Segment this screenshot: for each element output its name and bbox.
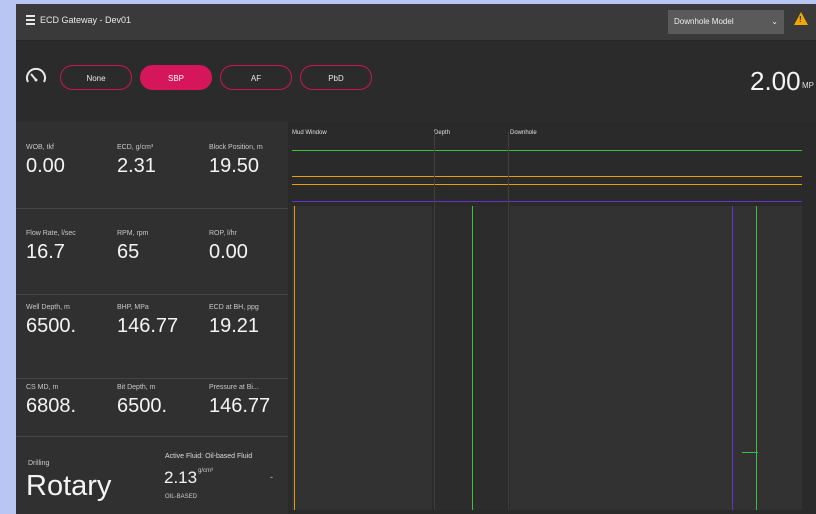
model-select-value: Downhole Model — [674, 17, 734, 26]
metric-label: Flow Rate, l/sec — [26, 230, 76, 237]
mode-button-af[interactable]: AF — [220, 65, 292, 90]
metric-label: Block Position, m — [209, 144, 263, 151]
active-fluid-label: Active Fluid: Oil-based Fluid — [165, 453, 253, 460]
drilling-value: Rotary — [26, 470, 112, 502]
metric-value: 0.00 — [209, 241, 248, 263]
control-mode-bar: None SBP AF PbD 2.00 MP — [16, 41, 816, 121]
menu-icon[interactable] — [26, 15, 35, 25]
legend-line-green — [292, 150, 802, 151]
mode-button-sbp[interactable]: SBP — [140, 65, 212, 90]
pressure-value: 2.00 — [750, 66, 801, 96]
metric-label: ECD at BH, ppg — [209, 304, 259, 311]
metric-label: ECD, g/cm³ — [117, 144, 154, 151]
track-header-depth: Depth — [434, 130, 451, 136]
fluid-density-value: 2.13 — [164, 468, 198, 487]
metric-value: 6808. — [26, 395, 77, 417]
track-header-downhole: Downhole — [510, 130, 537, 136]
metric-label: RPM, rpm — [117, 230, 149, 237]
metric-bhp: BHP, MPa 146.77 — [107, 282, 197, 368]
metric-value: 6500. — [117, 395, 168, 417]
metric-ecd-at-bh: ECD at BH, ppg 19.21 — [199, 282, 289, 368]
mode-button-none[interactable]: None — [60, 65, 132, 90]
mud-window-track — [292, 206, 432, 510]
track-header-mud-window: Mud Window — [292, 130, 327, 136]
metric-label: Bit Depth, m — [117, 384, 156, 391]
gauge-icon[interactable] — [24, 66, 48, 90]
metric-pressure-at-bit: Pressure at Bi... 146.77 — [199, 362, 289, 448]
metric-value: 19.50 — [209, 155, 260, 177]
metric-well-depth: Well Depth, m 6500. — [16, 282, 106, 368]
depth-track — [436, 206, 506, 510]
legend-line-orange-2 — [292, 184, 802, 185]
metric-value: 0.00 — [26, 155, 65, 177]
downhole-track — [510, 206, 802, 510]
metric-value: 146.77 — [209, 395, 271, 417]
app-window: ECD Gateway - Dev01 Downhole Model ⌄ Non… — [16, 4, 816, 514]
drilling-label: Drilling — [28, 460, 50, 467]
metric-value: 146.77 — [117, 315, 179, 337]
legend-line-purple — [292, 201, 802, 202]
log-chart: Mud Window Depth Downhole — [288, 122, 816, 514]
mode-button-pbd[interactable]: PbD — [300, 65, 372, 90]
metric-value: 16.7 — [26, 241, 65, 263]
metric-value: 6500. — [26, 315, 77, 337]
metric-value: 65 — [117, 241, 140, 263]
track-separator — [508, 132, 509, 510]
warning-icon[interactable] — [794, 12, 808, 25]
pressure-unit: MP — [802, 81, 814, 90]
metric-block-position: Block Position, m 19.50 — [199, 122, 289, 208]
fluid-density-unit: g/cm³ — [198, 468, 213, 474]
track-separator — [434, 132, 435, 510]
model-select[interactable]: Downhole Model ⌄ — [668, 10, 784, 34]
metric-label: Well Depth, m — [26, 304, 70, 311]
metric-bit-depth: Bit Depth, m 6500. — [107, 362, 197, 448]
chevron-down-icon: ⌄ — [771, 17, 778, 26]
downhole-trace-green — [756, 206, 757, 510]
metric-cs-md: CS MD, m 6808. — [16, 362, 106, 448]
downhole-trace-purple — [732, 206, 733, 510]
metric-wob: WOB, tkf 0.00 — [16, 122, 106, 208]
downhole-trace-spike — [742, 452, 758, 463]
metrics-panel: WOB, tkf 0.00 ECD, g/cm³ 2.31 Block Posi… — [16, 122, 288, 514]
metric-label: ROP, l/hr — [209, 230, 237, 237]
metric-value: 2.31 — [117, 155, 156, 177]
fluid-select-chevron-icon[interactable]: - — [270, 472, 273, 482]
top-bar: ECD Gateway - Dev01 Downhole Model ⌄ — [16, 4, 816, 41]
metric-label: BHP, MPa — [117, 304, 149, 311]
depth-trace-green — [472, 206, 473, 510]
metric-label: WOB, tkf — [26, 144, 54, 151]
metric-label: Pressure at Bi... — [209, 384, 259, 391]
metric-value: 19.21 — [209, 315, 260, 337]
app-title: ECD Gateway - Dev01 — [40, 15, 132, 25]
legend-line-orange — [292, 176, 802, 177]
mud-window-trace-orange — [294, 206, 295, 510]
metric-label: CS MD, m — [26, 384, 59, 391]
metric-ecd: ECD, g/cm³ 2.31 — [107, 122, 197, 208]
fluid-type: OIL-BASED — [165, 494, 198, 500]
